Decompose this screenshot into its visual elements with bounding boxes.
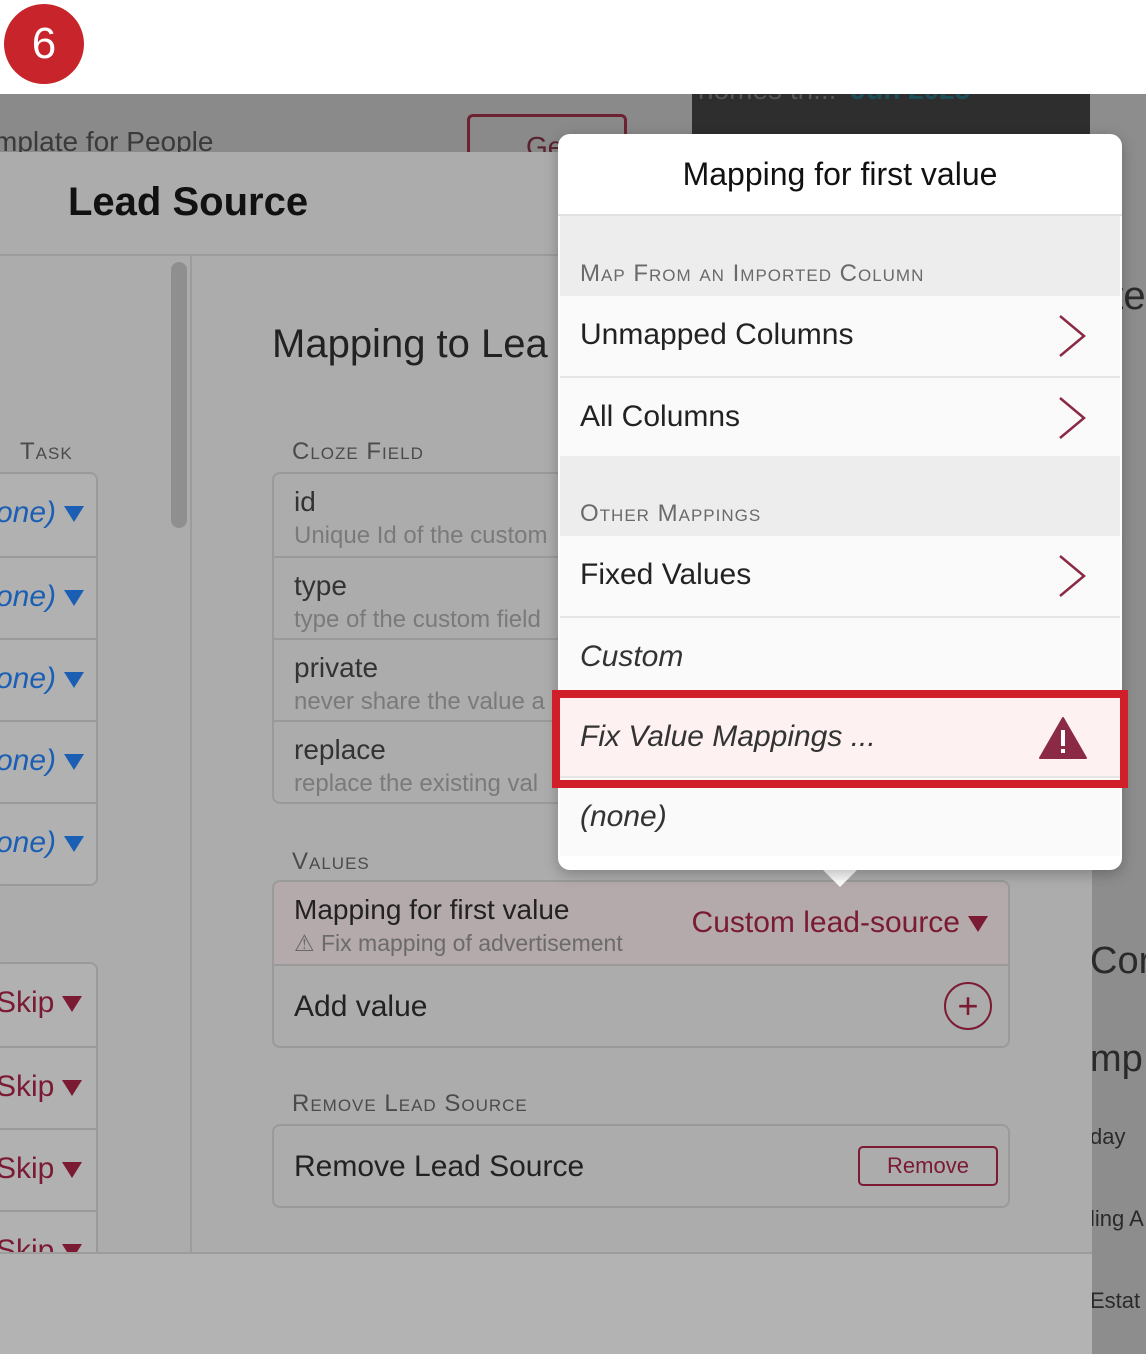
skip-value: Skip: [0, 986, 55, 1019]
record-date: Jun 2023: [851, 94, 971, 105]
highlight-frame: [552, 690, 1128, 788]
menu-item-label: Unmapped Columns: [580, 318, 854, 351]
remove-lead-source-row: Remove Lead Source Remove: [272, 1124, 1010, 1208]
background-record-text: homes th... Jun 2023: [698, 94, 970, 106]
scrollbar[interactable]: [171, 262, 187, 528]
strip-text: Estat: [1090, 1288, 1141, 1313]
strip-text: ling A: [1090, 1206, 1144, 1231]
field-row: replace replace the existing val: [274, 720, 570, 802]
dropdown-arrow-icon: [64, 836, 85, 853]
column-divider: [190, 256, 192, 1256]
dropdown-arrow-icon: [64, 590, 85, 607]
section-other-mappings: Other Mappings: [560, 456, 1120, 536]
strip-text: day: [1090, 1124, 1126, 1149]
field-row: id Unique Id of the custom: [274, 474, 570, 556]
remove-row-label: Remove Lead Source: [294, 1150, 585, 1183]
task-value: one): [0, 662, 57, 695]
add-value-label: Add value: [294, 990, 428, 1023]
skip-dropdown[interactable]: Skip: [0, 1128, 96, 1210]
remove-button[interactable]: Remove: [858, 1146, 998, 1186]
task-value: one): [0, 496, 57, 529]
first-value-warning: ⚠ Fix mapping of advertisement: [294, 930, 623, 956]
menu-item-label: Custom: [580, 640, 684, 673]
field-description: type of the custom field: [294, 606, 541, 633]
dropdown-arrow-icon: [62, 1162, 83, 1179]
top-strip: 6: [0, 0, 1146, 94]
popover-title: Mapping for first value: [558, 134, 1122, 216]
record-text: homes th...: [698, 94, 837, 105]
first-value-title: Mapping for first value: [294, 894, 570, 925]
mapping-heading: Mapping to Lea: [272, 322, 548, 366]
menu-item-custom[interactable]: Custom: [560, 616, 1120, 696]
menu-item-none[interactable]: (none): [560, 776, 1120, 856]
field-name: id: [294, 486, 316, 517]
task-dropdown[interactable]: one): [0, 556, 96, 638]
chevron-right-icon: [1059, 397, 1086, 439]
chevron-right-icon: [1059, 555, 1086, 597]
menu-item-fixed-values[interactable]: Fixed Values: [560, 536, 1120, 616]
skip-dropdown[interactable]: Skip: [0, 964, 96, 1046]
cloze-field-list: id Unique Id of the custom type type of th…: [272, 472, 572, 804]
menu-item-all-columns[interactable]: All Columns: [560, 376, 1120, 456]
field-name: type: [294, 570, 347, 601]
remove-section-label: Remove Lead Source: [292, 1090, 528, 1117]
field-description: Unique Id of the custom: [294, 522, 548, 549]
menu-item-label: Fixed Values: [580, 558, 752, 591]
task-value: one): [0, 826, 57, 859]
values-label: Values: [292, 848, 370, 875]
sheet-title: Lead Source: [68, 180, 309, 224]
skip-value: Skip: [0, 1070, 55, 1103]
task-dropdown[interactable]: one): [0, 720, 96, 802]
field-row: type type of the custom field: [274, 556, 570, 638]
dropdown-arrow-icon: [62, 996, 83, 1013]
field-name: private: [294, 652, 379, 683]
strip-text: Cor: [1090, 940, 1146, 982]
task-value: one): [0, 580, 57, 613]
add-value-row[interactable]: Add value +: [274, 964, 1008, 1046]
dropdown-arrow-icon: [62, 1080, 83, 1097]
cloze-field-label: Cloze Field: [292, 438, 424, 465]
task-column-label: Task: [20, 438, 73, 465]
task-dropdown[interactable]: one): [0, 638, 96, 720]
field-name: replace: [294, 734, 386, 765]
field-description: never share the value a: [294, 688, 545, 715]
step-badge: 6: [4, 4, 84, 84]
task-list-bottom: Skip Skip Skip Skip: [0, 962, 98, 1294]
skip-value: Skip: [0, 1152, 55, 1185]
sheet-footer: [0, 1252, 1092, 1354]
task-value: one): [0, 744, 57, 777]
menu-item-label: All Columns: [580, 400, 741, 433]
section-imported-column: Map From an Imported Column: [560, 216, 1120, 296]
strip-text: mp: [1090, 1038, 1143, 1080]
menu-item-unmapped-columns[interactable]: Unmapped Columns: [560, 296, 1120, 376]
first-value-dropdown[interactable]: Custom lead-source: [692, 906, 988, 940]
field-description: replace the existing val: [294, 770, 539, 797]
task-dropdown[interactable]: one): [0, 802, 96, 884]
first-value-selected: Custom lead-source: [691, 906, 960, 939]
first-value-mapping-row[interactable]: Mapping for first value ⚠ Fix mapping of…: [274, 882, 1008, 964]
field-row: private never share the value a: [274, 638, 570, 720]
add-circle-icon[interactable]: +: [944, 982, 992, 1030]
skip-dropdown[interactable]: Skip: [0, 1046, 96, 1128]
chevron-right-icon: [1059, 315, 1086, 357]
dropdown-arrow-icon: [64, 754, 85, 771]
values-list: Mapping for first value ⚠ Fix mapping of…: [272, 880, 1010, 1048]
task-dropdown[interactable]: one): [0, 474, 96, 556]
dropdown-arrow-icon: [64, 506, 85, 523]
task-list-top: one) one) one) one) one): [0, 472, 98, 886]
dropdown-arrow-icon: [64, 672, 85, 689]
menu-item-label: (none): [580, 800, 667, 833]
dropdown-arrow-icon: [968, 916, 988, 933]
